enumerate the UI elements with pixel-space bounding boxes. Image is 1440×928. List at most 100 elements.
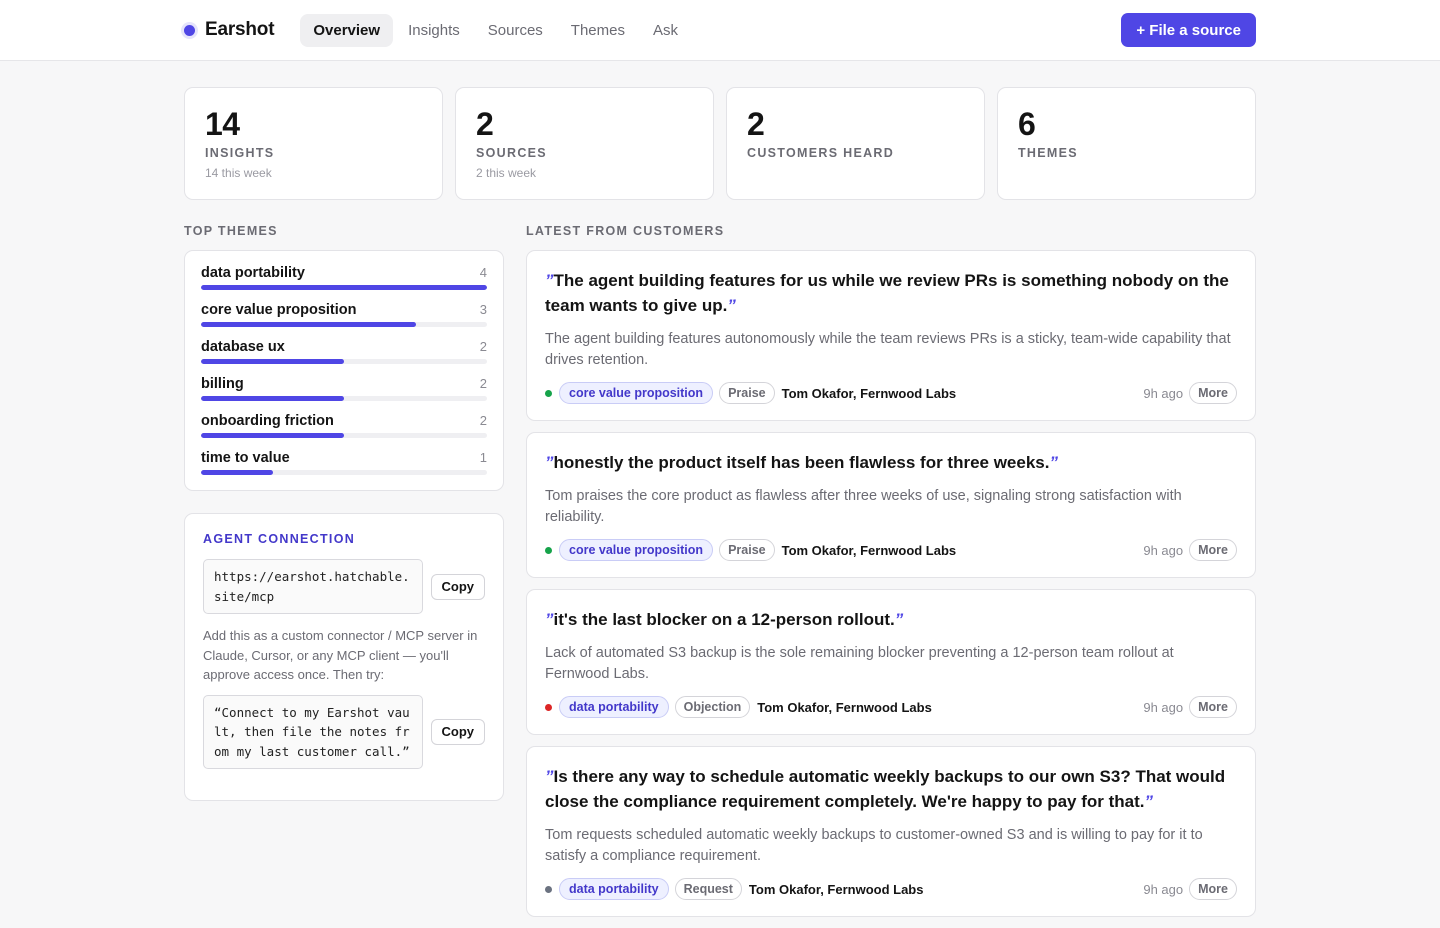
stat-label: Customers heard <box>747 146 895 160</box>
insight-summary: Tom praises the core product as flawless… <box>545 488 1182 525</box>
theme-bar-fill <box>201 322 416 327</box>
more-button[interactable]: More <box>1189 878 1237 900</box>
insight-card[interactable]: ”Is there any way to schedule automatic … <box>526 746 1256 917</box>
agent-connection-title: Agent connection <box>203 532 356 546</box>
quote-open-icon: ” <box>545 271 554 290</box>
theme-tag[interactable]: core value proposition <box>559 382 714 404</box>
insight-author[interactable]: Tom Okafor, Fernwood Labs <box>749 882 924 897</box>
quote-open-icon: ” <box>545 767 554 786</box>
theme-bar-track <box>201 470 487 475</box>
stat-value: 6 <box>1018 106 1036 142</box>
quote-open-icon: ” <box>545 610 554 629</box>
quote-open-icon: ” <box>545 453 554 472</box>
theme-bar-fill <box>201 359 344 364</box>
theme-bar-track <box>201 433 487 438</box>
theme-name: onboarding friction <box>201 413 334 429</box>
theme-count: 2 <box>479 376 487 391</box>
theme-row[interactable]: data portability 4 <box>201 265 487 302</box>
insight-quote: ”Is there any way to schedule automatic … <box>545 764 1237 814</box>
insight-summary: The agent building features autonomously… <box>545 331 1231 368</box>
stat-label: Insights <box>205 146 275 160</box>
theme-row[interactable]: database ux 2 <box>201 339 487 376</box>
theme-bar-fill <box>201 433 344 438</box>
insight-author[interactable]: Tom Okafor, Fernwood Labs <box>782 543 957 558</box>
insight-card[interactable]: ”The agent building features for us whil… <box>526 250 1256 421</box>
agent-connection-card: Agent connection https://earshot.hatchab… <box>184 513 504 801</box>
theme-bar-fill <box>201 285 487 290</box>
theme-row[interactable]: core value proposition 3 <box>201 302 487 339</box>
stat-value: 2 <box>476 106 494 142</box>
quote-text: it's the last blocker on a 12-person rol… <box>553 610 895 629</box>
stat-card-sources[interactable]: 2 Sources 2 this week <box>455 87 714 200</box>
theme-count: 1 <box>479 450 487 465</box>
insight-quote: ”The agent building features for us whil… <box>545 268 1237 318</box>
theme-count: 3 <box>479 302 487 317</box>
sentiment-dot-icon <box>545 389 552 397</box>
stat-card-themes[interactable]: 6 Themes <box>997 87 1256 200</box>
more-button[interactable]: More <box>1189 539 1237 561</box>
insight-time: 9h ago <box>1143 542 1184 558</box>
quote-text: Is there any way to schedule automatic w… <box>545 767 1226 811</box>
insight-time: 9h ago <box>1143 699 1184 715</box>
sentiment-dot-icon <box>545 885 552 893</box>
latest-feed-title: Latest from customers <box>526 224 725 238</box>
more-button[interactable]: More <box>1189 382 1237 404</box>
file-source-button[interactable]: + File a source <box>1121 13 1256 47</box>
kind-tag[interactable]: Praise <box>719 382 775 404</box>
nav-sources[interactable]: Sources <box>475 14 556 47</box>
stat-value: 2 <box>747 106 765 142</box>
theme-count: 2 <box>479 413 487 428</box>
kind-tag[interactable]: Request <box>674 878 742 900</box>
theme-name: billing <box>201 376 244 392</box>
insight-summary: Lack of automated S3 backup is the sole … <box>545 645 1174 682</box>
quote-text: honestly the product itself has been fla… <box>553 453 1050 472</box>
agent-help-text: Add this as a custom connector / MCP ser… <box>203 628 478 682</box>
nav-insights[interactable]: Insights <box>395 14 473 47</box>
example-prompt-box[interactable]: “Connect to my Earshot vault, then file … <box>203 694 423 769</box>
copy-prompt-button[interactable]: Copy <box>430 718 485 745</box>
insight-quote: ”honestly the product itself has been fl… <box>545 450 1237 475</box>
quote-text: The agent building features for us while… <box>545 271 1229 315</box>
insight-author[interactable]: Tom Okafor, Fernwood Labs <box>757 700 932 715</box>
quote-close-icon: ” <box>1144 792 1154 811</box>
theme-bar-fill <box>201 470 273 475</box>
theme-name: core value proposition <box>201 302 357 318</box>
theme-tag[interactable]: data portability <box>559 878 669 900</box>
insight-time: 9h ago <box>1143 881 1184 897</box>
stat-card-insights[interactable]: 14 Insights 14 this week <box>184 87 443 200</box>
insight-card[interactable]: ”it's the last blocker on a 12-person ro… <box>526 589 1256 735</box>
theme-bar-fill <box>201 396 344 401</box>
nav-themes[interactable]: Themes <box>558 14 638 47</box>
theme-tag[interactable]: core value proposition <box>559 539 714 561</box>
quote-close-icon: ” <box>894 610 904 629</box>
stat-card-customers[interactable]: 2 Customers heard <box>726 87 985 200</box>
theme-bar-track <box>201 396 487 401</box>
customer-feed: ”The agent building features for us whil… <box>526 250 1256 928</box>
kind-tag[interactable]: Praise <box>719 539 775 561</box>
theme-row[interactable]: time to value 1 <box>201 450 487 487</box>
theme-count: 4 <box>479 265 487 280</box>
top-navbar: Earshot Overview Insights Sources Themes… <box>0 0 1440 61</box>
copy-url-button[interactable]: Copy <box>430 573 485 600</box>
insight-time: 9h ago <box>1143 385 1184 401</box>
theme-row[interactable]: onboarding friction 2 <box>201 413 487 450</box>
nav-overview[interactable]: Overview <box>300 13 394 47</box>
insight-card[interactable]: ”honestly the product itself has been fl… <box>526 432 1256 578</box>
quote-close-icon: ” <box>727 296 736 315</box>
stat-value: 14 <box>205 106 240 142</box>
theme-name: database ux <box>201 339 285 355</box>
stat-label: Sources <box>476 146 547 160</box>
mcp-url-box[interactable]: https://earshot.hatchable.site/mcp <box>203 559 423 614</box>
nav-ask[interactable]: Ask <box>640 14 691 47</box>
insight-author[interactable]: Tom Okafor, Fernwood Labs <box>782 386 957 401</box>
theme-row[interactable]: billing 2 <box>201 376 487 413</box>
stats-row: 14 Insights 14 this week 2 Sources 2 thi… <box>184 87 1256 200</box>
theme-tag[interactable]: data portability <box>559 696 669 718</box>
more-button[interactable]: More <box>1189 696 1237 718</box>
theme-name: time to value <box>201 450 290 466</box>
top-themes-title: Top themes <box>184 224 278 238</box>
brand[interactable]: Earshot <box>184 19 275 41</box>
kind-tag[interactable]: Objection <box>674 696 751 718</box>
sentiment-dot-icon <box>545 703 552 711</box>
insight-summary: Tom requests scheduled automatic weekly … <box>545 827 1203 864</box>
